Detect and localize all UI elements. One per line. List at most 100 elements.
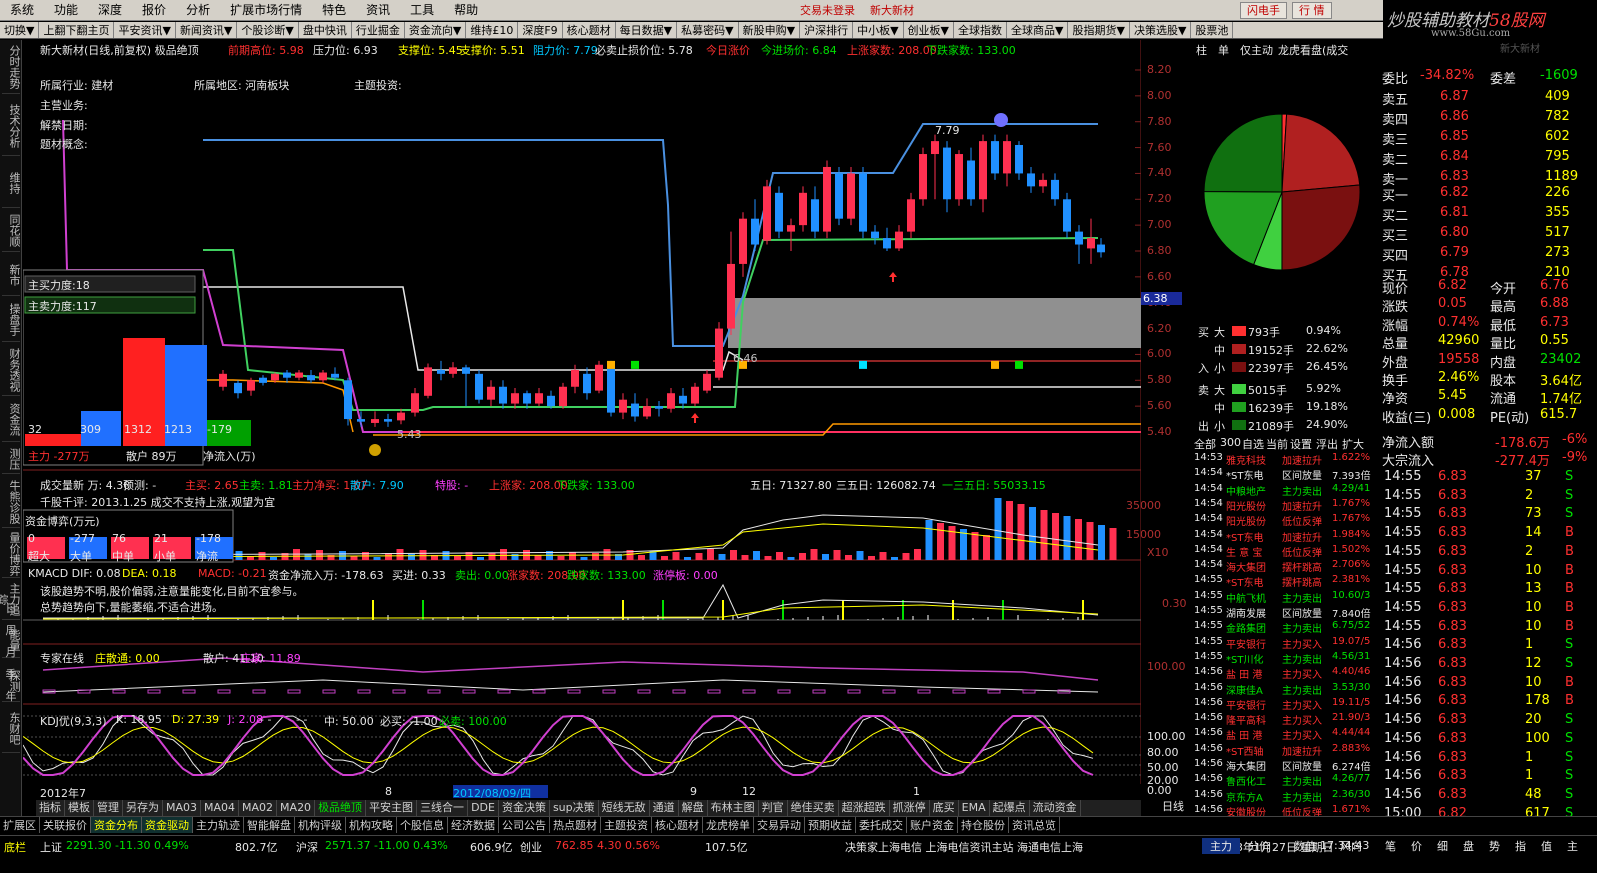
toolbar-button[interactable]: 私募密码▼ xyxy=(677,22,739,38)
news-stock[interactable]: *ST东电 xyxy=(1226,574,1263,589)
menu-item[interactable]: 功能 xyxy=(44,0,88,21)
right-tab[interactable]: 数值 xyxy=(1294,838,1316,854)
toolbar-button[interactable]: 盘中快讯 xyxy=(299,22,352,38)
news-stock[interactable]: 鲁西化工 xyxy=(1226,773,1266,788)
period-tab[interactable]: 年 xyxy=(2,688,20,704)
news-stock[interactable]: *ST川化 xyxy=(1226,651,1263,666)
quote-tab[interactable]: 势 xyxy=(1489,838,1500,854)
toolbar-button[interactable]: 全球商品▼ xyxy=(1007,22,1069,38)
indicator-tab[interactable]: MA02 xyxy=(239,800,278,816)
extension-tab[interactable]: 机构评级 xyxy=(295,817,346,833)
indicator-tab[interactable]: 通道 xyxy=(650,800,679,816)
extension-tab[interactable]: 公司公告 xyxy=(499,817,550,833)
menu-item[interactable]: 分析 xyxy=(176,0,220,21)
news-stock[interactable]: 金路集团 xyxy=(1226,620,1266,635)
news-stock[interactable]: 湖南发展 xyxy=(1226,605,1266,620)
sidebar-tab[interactable]: 测压 xyxy=(2,444,21,474)
news-stock[interactable]: 盐 田 港 xyxy=(1226,666,1262,681)
period-label[interactable]: 日线 xyxy=(1162,798,1184,814)
menu-item[interactable]: 特色 xyxy=(312,0,356,21)
toolbar-button[interactable]: 维持£10 xyxy=(466,22,519,38)
toolbar-button[interactable]: 股指期货▼ xyxy=(1068,22,1130,38)
news-stock[interactable]: 中粮地产 xyxy=(1226,483,1266,498)
news-list-tab[interactable]: 扩大 xyxy=(1342,436,1364,452)
period-tab[interactable]: 月 xyxy=(2,644,20,660)
news-stock[interactable]: *ST东电 xyxy=(1226,529,1263,544)
indicator-tab[interactable]: MA20 xyxy=(277,800,316,816)
news-stock[interactable]: 平安银行 xyxy=(1226,697,1266,712)
news-stock[interactable]: 中航飞机 xyxy=(1226,590,1266,605)
sidebar-tab[interactable]: 牛熊诊股 xyxy=(2,476,21,528)
toolbar-button[interactable]: 新股申购▼ xyxy=(739,22,801,38)
toolbar-button[interactable]: 核心题材 xyxy=(563,22,616,38)
extension-tab[interactable]: 预期收益 xyxy=(805,817,856,833)
indicator-tab[interactable]: 起爆点 xyxy=(990,800,1030,816)
indicator-tab[interactable]: 三线合一 xyxy=(417,800,469,816)
indicator-tab[interactable]: 判官 xyxy=(759,800,788,816)
toolbar-button[interactable]: 个股诊断▼ xyxy=(237,22,299,38)
extension-tab[interactable]: 个股信息 xyxy=(397,817,448,833)
indicator-tab[interactable]: 指标 xyxy=(36,800,65,816)
quote-tab[interactable]: 主 xyxy=(1567,838,1578,854)
menu-item[interactable]: 工具 xyxy=(400,0,444,21)
extension-tab[interactable]: 交易异动 xyxy=(754,817,805,833)
news-list-tab[interactable]: 浮出 xyxy=(1316,436,1338,452)
news-stock[interactable]: 平安银行 xyxy=(1226,636,1266,651)
news-stock[interactable]: *ST西轴 xyxy=(1226,743,1263,758)
indicator-tab[interactable]: sup决策 xyxy=(550,800,599,816)
right-tab[interactable]: 风向 xyxy=(1340,838,1362,854)
news-stock[interactable]: 阳光股份 xyxy=(1226,513,1266,528)
news-stock[interactable]: 生 意 宝 xyxy=(1226,544,1262,559)
indicator-tab[interactable]: MA04 xyxy=(201,800,240,816)
toolbar-button[interactable]: 沪深排行 xyxy=(800,22,854,38)
menu-item[interactable]: 帮助 xyxy=(444,0,488,21)
extension-tab[interactable]: 持仓股份 xyxy=(958,817,1009,833)
panel-tab[interactable]: 柱 xyxy=(1196,42,1207,58)
quote-tab[interactable]: 细 xyxy=(1437,838,1448,854)
kline-chart-area[interactable] xyxy=(23,40,1141,800)
quote-tab[interactable]: 值 xyxy=(1541,838,1552,854)
indicator-tab[interactable]: 抓涨停 xyxy=(890,800,930,816)
flash-trade-button[interactable]: 闪电手 xyxy=(1240,2,1287,19)
indicator-tab[interactable]: 流动资金 xyxy=(1030,800,1081,816)
sidebar-tab[interactable]: 东财吧 xyxy=(2,705,21,753)
menu-item[interactable]: 系统 xyxy=(0,0,44,21)
indicator-tab[interactable]: 管理 xyxy=(94,800,123,816)
extension-tab[interactable]: 账户资金 xyxy=(907,817,958,833)
sidebar-tab[interactable]: 新市 xyxy=(2,254,21,296)
indicator-tab[interactable]: 模板 xyxy=(65,800,94,816)
sidebar-tab[interactable]: 操盘手 xyxy=(2,298,21,342)
extension-tab[interactable]: 智能解盘 xyxy=(244,817,295,833)
indicator-tab[interactable]: 绝佳买卖 xyxy=(788,800,839,816)
news-stock[interactable]: 深康佳A xyxy=(1226,682,1263,697)
panel-tab[interactable]: 仅主动 xyxy=(1240,42,1273,58)
quote-tab[interactable]: 指 xyxy=(1515,838,1526,854)
news-stock[interactable]: 海大集团 xyxy=(1226,559,1266,574)
period-tab[interactable]: 日 xyxy=(2,600,20,616)
toolbar-button[interactable]: 全球指数 xyxy=(954,22,1008,38)
news-stock[interactable]: 隆平高科 xyxy=(1226,712,1266,727)
quote-button[interactable]: 行 情 xyxy=(1292,2,1332,19)
toolbar-button[interactable]: 每日数据▼ xyxy=(616,22,678,38)
indicator-tab[interactable]: 资金决策 xyxy=(499,800,550,816)
indicator-tab[interactable]: 底买 xyxy=(930,800,959,816)
news-stock[interactable]: 海大集团 xyxy=(1226,758,1266,773)
right-tab[interactable]: 主力 xyxy=(1202,838,1240,854)
menu-item[interactable]: 扩展市场行情 xyxy=(220,0,312,21)
indicator-tab[interactable]: 平安主图 xyxy=(366,800,418,816)
news-stock[interactable]: *ST东电 xyxy=(1226,467,1263,482)
sidebar-tab[interactable]: 资金流 xyxy=(2,398,21,442)
quote-tab[interactable]: 盘 xyxy=(1463,838,1474,854)
period-tab[interactable]: 季 xyxy=(2,666,20,682)
panel-tab[interactable]: 单 xyxy=(1218,42,1229,58)
toolbar-button[interactable]: 中小板▼ xyxy=(853,22,904,38)
menu-item[interactable]: 资讯 xyxy=(356,0,400,21)
extension-tab[interactable]: 资金分布 xyxy=(91,817,142,833)
toolbar-button[interactable]: 平安资讯▼ xyxy=(114,22,176,38)
toolbar-button[interactable]: 行业掘金 xyxy=(352,22,405,38)
indicator-tab[interactable]: 极品绝顶 xyxy=(315,800,367,816)
indicator-tab[interactable]: 布林主图 xyxy=(708,800,759,816)
extension-tab[interactable]: 机构攻略 xyxy=(346,817,397,833)
news-list-tab[interactable]: 300 xyxy=(1220,436,1241,449)
extension-tab[interactable]: 主题投资 xyxy=(601,817,652,833)
